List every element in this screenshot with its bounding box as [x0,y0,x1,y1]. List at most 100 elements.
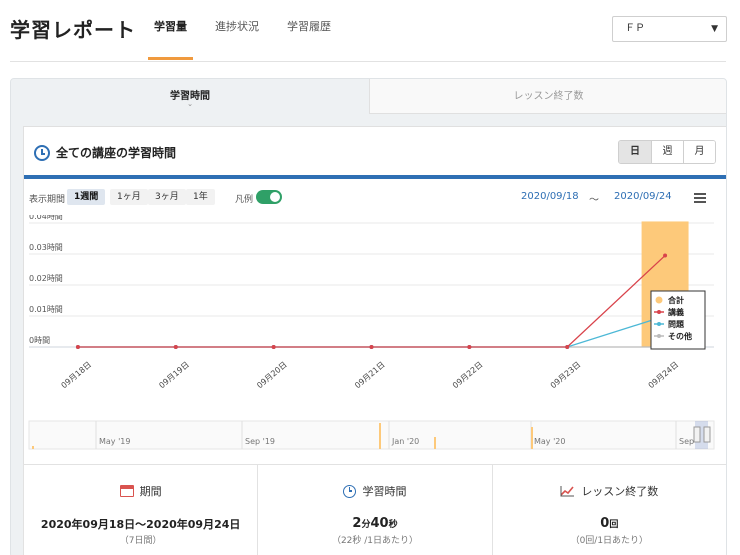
series-point [271,345,276,349]
legend-label: 講義 [668,307,684,317]
card-tabs: 学習時間 ⌄ レッスン終了数 [11,79,726,114]
x-tick-label: 09月22日 [451,360,485,390]
top-nav: 学習量 進捗状況 学習履歴 [140,0,345,60]
stat-study-time-value: 2分40秒 [258,516,491,531]
stat-study-time-title: 学習時間 [362,485,407,498]
study-time-panel: 全ての講座の学習時間 日 週 月 表示期間 1週間 1ヶ月 3ヶ月 1年 凡例 … [23,126,726,466]
period-toggle: 日 週 月 [618,140,716,164]
series-line [77,255,666,348]
hamburger-menu-icon[interactable] [694,193,706,203]
stat-lesson-count-head: レッスン終了数 [493,483,726,499]
navigator-handle[interactable] [693,426,701,443]
range-1month-button[interactable]: 1ヶ月 [110,189,148,205]
navigator-spike [379,423,381,449]
navigator-label: Sep [679,437,694,446]
legend-marker [655,296,663,304]
legend-marker [657,310,661,314]
top-bar: 学習レポート 学習量 進捗状況 学習履歴 ＦＰ ▼ [0,0,740,62]
navigator-label: Jan '20 [391,437,419,446]
series-point [663,253,668,258]
stat-lesson-count-sub: （0回/1日あたり） [570,536,649,546]
period-month-button[interactable]: 月 [683,141,715,163]
x-tick-label: 09月18日 [60,360,94,390]
panel-title: 全ての講座の学習時間 [56,146,177,160]
navigator-handle[interactable] [703,426,711,443]
clock-icon [34,145,50,161]
trend-chart-icon [560,486,575,497]
navigator [28,420,715,450]
card-tab-label: レッスン終了数 [513,91,584,102]
card-tab-lesson-count[interactable]: レッスン終了数 [369,79,726,114]
series-point [75,345,80,349]
y-tick-label: 0.01時間 [29,305,63,314]
course-select[interactable]: ＦＰ ▼ [612,16,727,42]
stat-lesson-count: レッスン終了数 0回 （0回/1日あたり） [492,464,726,555]
clock-icon [343,484,357,498]
x-tick-label: 09月20日 [255,360,289,390]
legend-label: その他 [668,331,692,341]
stat-period-sub: （7日間） [119,536,162,546]
seconds-unit: 秒 [388,520,398,530]
series-point [467,345,472,349]
stat-period: 期間 2020年09月18日～2020年09月24日 （7日間） [23,464,259,555]
navigator-label: May '19 [99,437,130,446]
stat-lesson-count-value: 0回 [493,516,726,531]
range-3month-button[interactable]: 3ヶ月 [148,189,186,205]
date-to[interactable]: 2020/09/24 [614,191,672,202]
date-from[interactable]: 2020/09/18 [521,191,579,202]
navigator-spike [32,446,34,449]
navigator-label: May '20 [534,437,565,446]
calendar-icon [119,485,134,497]
series-line [77,315,666,348]
legend-label: 合計 [667,295,684,305]
x-tick-label: 09月24日 [647,360,681,390]
navigator-label: Sep '19 [245,437,275,446]
navigator-spike [434,437,436,449]
stat-period-head: 期間 [24,483,257,499]
navigator-spike [531,427,533,449]
y-tick-label: 0時間 [29,336,50,345]
series-point [173,345,178,349]
legend-label: 問題 [668,319,685,329]
stat-period-value: 2020年09月18日～2020年09月24日 [40,518,241,531]
series-point [369,345,374,349]
legend-toggle[interactable] [256,190,282,204]
x-tick-label: 09月19日 [157,360,191,390]
chevron-down-icon: ⌄ [187,100,193,108]
legend-marker [657,334,661,338]
range-1year-button[interactable]: 1年 [186,189,215,205]
legend-marker [657,322,661,326]
report-card: 学習時間 ⌄ レッスン終了数 全ての講座の学習時間 日 週 月 表示期間 1週間… [10,78,727,555]
y-tick-label: 0.03時間 [29,243,63,252]
panel-header: 全ての講座の学習時間 日 週 月 [24,127,726,179]
tab-history[interactable]: 学習履歴 [273,0,345,60]
period-day-button[interactable]: 日 [619,141,651,163]
range-1week-button[interactable]: 1週間 [67,189,106,205]
x-tick-label: 09月21日 [353,360,387,390]
y-tick-label: 0.02時間 [29,274,63,283]
y-tick-label: 0.04時間 [29,215,63,221]
period-week-button[interactable]: 週 [651,141,683,163]
stat-period-title: 期間 [139,485,162,498]
stat-lesson-count-title: レッスン終了数 [581,485,659,498]
seconds-value: 40 [370,516,389,531]
range-label: 表示期間 [29,195,66,205]
lesson-count-unit: 回 [609,520,619,530]
chart-controls: 表示期間 1週間 1ヶ月 3ヶ月 1年 凡例 2020/09/18 ～ 2020… [24,183,726,213]
caret-down-icon: ▼ [711,24,718,34]
course-select-value: ＦＰ [625,23,645,34]
card-tab-study-time[interactable]: 学習時間 ⌄ [11,79,369,114]
stat-study-time: 学習時間 2分40秒 （22秒 /1日あたり） [258,464,493,555]
study-time-chart: 0時間 0.01時間 0.02時間 0.03時間 0.04時間 09月18日 09月19日 0… [28,215,715,450]
stat-study-time-head: 学習時間 [258,483,491,499]
x-tick-label: 09月23日 [549,360,583,390]
stat-study-time-sub: （22秒 /1日あたり） [331,536,419,546]
tab-study-amount[interactable]: 学習量 [140,0,201,60]
page-title: 学習レポート [10,18,136,42]
tab-progress[interactable]: 進捗状況 [201,0,273,60]
lesson-count-value: 0 [600,516,610,531]
stats-row: 期間 2020年09月18日～2020年09月24日 （7日間） 学習時間 2分… [23,464,726,555]
divider [10,61,726,62]
legend-toggle-label: 凡例 [235,195,254,205]
date-separator: ～ [589,195,599,206]
